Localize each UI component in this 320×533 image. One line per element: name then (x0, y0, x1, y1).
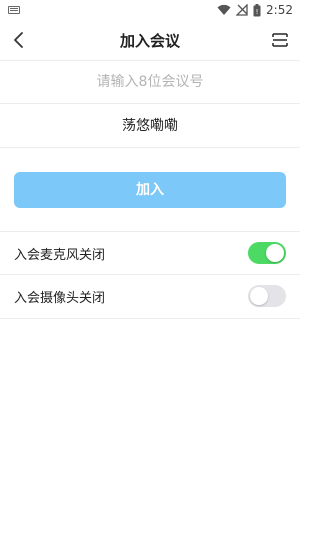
status-time: 2:52 (266, 3, 293, 17)
wifi-icon (217, 4, 231, 15)
page-title: 加入会议 (119, 32, 180, 50)
join-button[interactable]: 加入 (14, 172, 286, 208)
no-signal-icon (236, 4, 248, 16)
mic-setting-label: 入会麦克风关闭 (14, 248, 106, 263)
camera-setting-row: 入会摄像头关闭 (0, 275, 300, 319)
header: 加入会议 (0, 20, 300, 60)
svg-text:!: ! (256, 8, 259, 16)
toggle-knob (266, 244, 284, 262)
mic-setting-row: 入会麦克风关闭 (0, 231, 300, 275)
meeting-number-row (0, 60, 300, 104)
camera-toggle[interactable] (248, 285, 286, 307)
display-name-input[interactable] (0, 104, 300, 146)
status-bar: ! 2:52 (0, 0, 300, 20)
display-name-row (0, 104, 300, 148)
battery-icon: ! (253, 3, 261, 16)
list-icon (272, 33, 288, 47)
camera-setting-label: 入会摄像头关闭 (14, 291, 106, 306)
status-icons: ! 2:52 (217, 1, 293, 19)
keyboard-icon (8, 6, 20, 14)
mic-toggle[interactable] (248, 242, 286, 264)
history-button[interactable] (270, 30, 290, 50)
toggle-knob (250, 287, 268, 305)
meeting-number-input[interactable] (0, 61, 300, 103)
